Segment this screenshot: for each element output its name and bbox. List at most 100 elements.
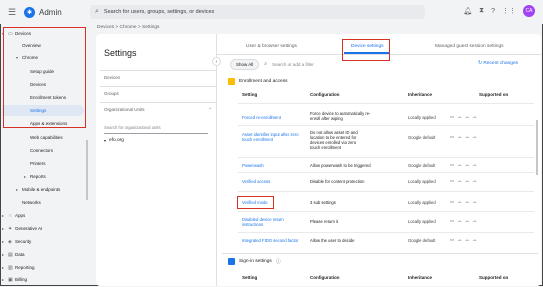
laptop-icon: ▭: [450, 237, 455, 242]
panel-divider: [216, 34, 217, 286]
global-search[interactable]: ⌕ Search for users, groups, settings, or…: [90, 5, 425, 19]
setting-config: Please return it: [310, 219, 339, 224]
sidebar-item-label: Data: [15, 252, 25, 257]
sidebar-item-generative-ai[interactable]: ▸ ✦ Generative AI: [2, 223, 88, 234]
breadcrumb[interactable]: Devices > Chrome > Settings: [97, 25, 159, 30]
cloud-icon: ☁: [457, 237, 462, 242]
shield-icon: ◈: [8, 238, 12, 245]
sidebar-item-networks[interactable]: Networks: [2, 197, 88, 208]
sidebar-item-apps[interactable]: ▸ ⁙ Apps: [2, 210, 88, 221]
sign-in-icon: [228, 258, 235, 265]
supported-devices: ▭ ☁ ☁ ☁: [450, 218, 477, 224]
sidebar-item-data[interactable]: ▸ ▤ Data: [2, 249, 88, 260]
setting-name[interactable]: Forced re-enrollment: [242, 115, 281, 120]
hourglass-icon[interactable]: ⧗: [479, 7, 484, 15]
tab-user-browser[interactable]: User & browser settings: [246, 44, 297, 49]
sidebar-item-connectors[interactable]: Connectors: [2, 145, 88, 156]
table-row[interactable]: Disabled device return instructions Pleas…: [238, 211, 534, 232]
show-all-chip[interactable]: Show All: [230, 58, 260, 70]
sidebar-item-label: Billing: [15, 277, 28, 282]
avatar[interactable]: CA: [523, 5, 535, 17]
setting-inheritance: Locally applied: [408, 115, 436, 120]
sidebar-scrollbar[interactable]: [86, 140, 88, 200]
info-icon[interactable]: ⓘ: [276, 258, 281, 265]
filter-org-units[interactable]: Organizational Units ⌃: [104, 107, 212, 113]
table-row[interactable]: Integrated FIDO second factor Allow the …: [238, 232, 534, 246]
content-scrollbar[interactable]: [536, 120, 538, 175]
supported-devices: ▭ ☁ ☁ ☁: [450, 178, 477, 184]
cloud-icon: ☁: [472, 178, 477, 183]
cloud-icon: ☁: [457, 218, 462, 223]
setting-inheritance: Locally applied: [408, 219, 436, 224]
divider: [100, 102, 216, 103]
sidebar-item-reporting[interactable]: ▸ ▥ Reporting: [2, 262, 88, 273]
laptop-icon: ▭: [450, 199, 455, 204]
supported-devices: ▭ ☁ ☁ ☁: [450, 199, 477, 205]
admin-logo-icon[interactable]: ✱: [24, 6, 35, 18]
chevron-down-icon[interactable]: ▾: [104, 138, 106, 143]
apps-icon[interactable]: ⋮⋮: [502, 7, 516, 15]
section-title: Enrollment and access: [239, 79, 288, 84]
setting-name[interactable]: Disabled device return instructions: [242, 217, 284, 227]
divider: [100, 86, 216, 87]
chevron-up-icon[interactable]: ⌃: [208, 107, 212, 113]
supported-devices: ▭ ☁ ☁ ☁: [450, 114, 477, 120]
sidebar-item-label: Reports: [30, 174, 46, 179]
sidebar-item-mobile-endpoints[interactable]: ▸ Mobile & endpoints: [2, 184, 88, 195]
setting-config: Do not allow asset ID and location to be …: [310, 130, 358, 150]
sidebar-item-billing[interactable]: ▸ ▣ Billing: [2, 274, 88, 285]
cloud-icon: ☁: [472, 237, 477, 242]
sidebar-item-web-capabilities[interactable]: Web capabilities: [2, 132, 88, 143]
setting-inheritance: Google default: [408, 163, 436, 168]
help-icon[interactable]: ?: [491, 8, 495, 15]
tab-managed-guest[interactable]: Managed guest session settings: [435, 44, 504, 49]
data-icon: ▤: [8, 251, 13, 258]
setting-config: 3 sub settings: [310, 200, 336, 205]
cloud-icon: ☁: [464, 178, 470, 183]
sidebar-item-printers[interactable]: Printers: [2, 158, 88, 169]
billing-icon: ▣: [8, 276, 13, 283]
filter-devices[interactable]: Devices: [104, 75, 212, 80]
highlight-box-tab: [342, 39, 390, 61]
table-row[interactable]: Asset identifier input after zero touch e…: [238, 125, 534, 157]
recent-changes-link[interactable]: ↻ Recent changes: [478, 61, 518, 66]
setting-name[interactable]: Verified access: [242, 179, 270, 184]
filter-input[interactable]: Search or add a filter: [272, 62, 314, 67]
page-title: Settings: [104, 48, 137, 58]
setting-name[interactable]: Powerwash: [242, 163, 264, 168]
org-unit-label: efo.org: [109, 138, 124, 143]
setting-inheritance: Locally applied: [408, 179, 436, 184]
cloud-icon: ☁: [457, 114, 462, 119]
bell-icon[interactable]: 🔔︎: [463, 7, 472, 15]
setting-config: Allow the user to decide: [310, 238, 355, 243]
setting-name[interactable]: Integrated FIDO second factor: [242, 238, 298, 243]
top-icons: 🔔︎ ⧗ ? ⋮⋮ CA: [463, 5, 535, 17]
highlight-box-verified-mode: [237, 196, 274, 209]
table-row[interactable]: Verified mode 3 sub settings Locally app…: [238, 191, 534, 211]
filter-groups[interactable]: Groups: [104, 91, 212, 96]
sidebar-item-label: Web capabilities: [30, 135, 63, 140]
app-title[interactable]: Admin: [39, 8, 62, 17]
org-unit-root[interactable]: ▾ efo.org: [104, 138, 124, 143]
filter-devices-label: Devices: [104, 75, 121, 80]
section-enrollment-header: Enrollment and access: [228, 78, 288, 85]
column-header-configuration: Configuration: [310, 275, 340, 280]
laptop-icon: ▭: [450, 114, 455, 119]
table-row[interactable]: Verified access Disable for content prot…: [238, 172, 534, 191]
column-header-inheritance: Inheritance: [408, 275, 433, 280]
setting-name[interactable]: Asset identifier input after zero touch e…: [242, 132, 299, 142]
cloud-icon: ☁: [464, 162, 470, 167]
highlight-box-sidebar: [3, 27, 86, 128]
table-row[interactable]: Forced re-enrollment Force device to aut…: [238, 103, 534, 125]
search-icon: ⌕: [264, 61, 268, 67]
table-row[interactable]: Powerwash Allow powerwash to be triggere…: [238, 157, 534, 172]
collapse-panel-button[interactable]: ‹: [212, 57, 221, 66]
laptop-icon: ▭: [450, 162, 455, 167]
sidebar-item-reports[interactable]: ▸ Reports: [2, 171, 88, 182]
setting-config: Disable for content protection: [310, 179, 365, 184]
sidebar-item-label: Printers: [30, 161, 46, 166]
menu-icon[interactable]: ☰: [8, 7, 18, 18]
cloud-icon: ☁: [472, 162, 477, 167]
org-search-input[interactable]: Search for organizational units: [104, 125, 161, 130]
sidebar-item-security[interactable]: ▸ ◈ Security: [2, 236, 88, 247]
